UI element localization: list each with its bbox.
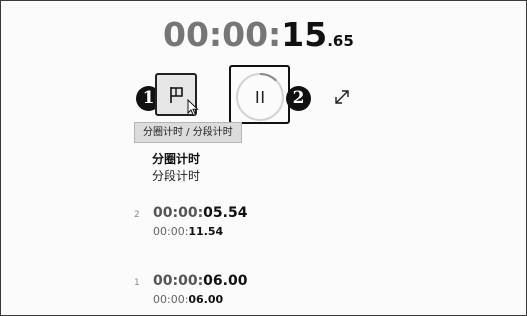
split-time: 00:00:06.00 — [153, 293, 223, 306]
split-time: 00:00:11.54 — [153, 225, 223, 238]
lap-button-tooltip: 分圈计时 / 分段计时 — [134, 122, 242, 143]
callout-badge-2: 2 — [286, 86, 311, 111]
lap-time-seconds: 06.00 — [203, 273, 248, 289]
lap-number: 1 — [134, 278, 140, 288]
lap-row: 2 00:00:05.54 00:00:11.54 — [134, 205, 334, 241]
elapsed-time-prefix: 00:00: — [163, 15, 282, 54]
elapsed-time-centiseconds: .65 — [327, 32, 354, 50]
lap-time-seconds: 05.54 — [203, 205, 248, 221]
lap-row: 1 00:00:06.00 00:00:06.00 — [134, 273, 334, 309]
pause-icon — [236, 72, 284, 121]
expand-icon — [335, 90, 349, 104]
lap-time: 00:00:05.54 — [153, 205, 247, 221]
flag-icon — [170, 87, 183, 103]
lap-time-prefix: 00:00: — [153, 273, 204, 289]
cursor-icon — [187, 99, 199, 117]
lap-time-prefix: 00:00: — [153, 205, 204, 221]
lap-time: 00:00:06.00 — [153, 273, 247, 289]
split-time-seconds: 06.00 — [188, 293, 224, 306]
split-time-prefix: 00:00: — [153, 225, 189, 238]
split-time-seconds: 11.54 — [188, 225, 224, 238]
split-time-header: 分段计时 — [152, 169, 201, 183]
elapsed-time-display: 00:00:15.65 — [163, 15, 354, 59]
lap-time-header: 分圈计时 — [152, 152, 201, 166]
stopwatch-window: 00:00:15.65 1 2 分圈计时 / 分段计时 分圈计时 分段计时 2 … — [0, 0, 527, 316]
expand-button[interactable] — [332, 87, 352, 107]
elapsed-time-seconds: 15 — [281, 15, 328, 54]
split-time-prefix: 00:00: — [153, 293, 189, 306]
pause-button[interactable] — [229, 65, 290, 124]
lap-number: 2 — [134, 210, 140, 220]
